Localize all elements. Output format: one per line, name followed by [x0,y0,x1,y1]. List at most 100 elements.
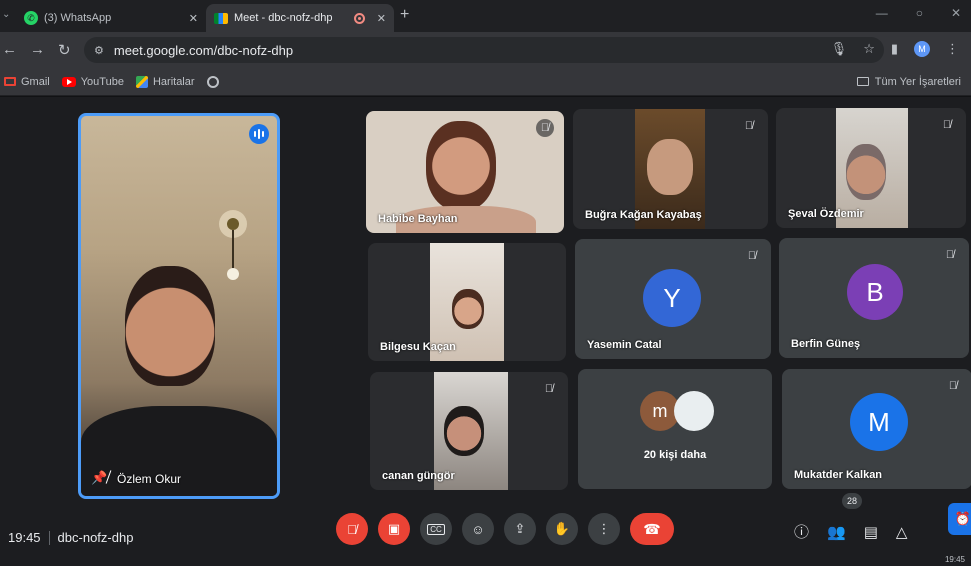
participant-name: Berfin Güneş [791,338,861,350]
participant-tile[interactable]: Bilgesu Kaçan [368,243,566,361]
participant-video [426,121,496,211]
avatar-initial: Y [663,282,681,313]
participant-name: Bilgesu Kaçan [380,341,456,353]
muted-mic-icon: 🎙̸ [948,380,958,392]
muted-mic-icon: 🎙̸ [536,119,554,137]
bookmark-gmail[interactable]: Gmail [4,76,50,88]
google-meet-icon [214,12,228,24]
site-info-icon[interactable]: ⚙ [94,44,104,57]
url-text: meet.google.com/dbc-nofz-dhp [113,42,294,58]
maximize-icon[interactable]: ○ [916,6,923,20]
camera-toggle-button[interactable]: ▣ [378,513,410,545]
host-controls-button[interactable]: ⏰ [948,503,971,535]
bookmark-youtube[interactable]: YouTube [61,75,124,88]
tab-meet[interactable]: Meet - dbc-nofz-dhp ✕ [206,4,394,32]
gmail-icon [4,77,16,86]
people-icon[interactable]: 👥 [827,523,846,541]
muted-mic-icon: 🎙̸ [945,249,955,261]
participant-name: canan güngör [382,470,455,482]
participant-tile[interactable]: 🎙̸ canan güngör [370,372,568,490]
browser-tab-bar: ⌄ ✆ (3) WhatsApp ✕ Meet - dbc-nofz-dhp ✕… [0,0,971,32]
participant-tile[interactable]: 🎙̸ Buğra Kağan Kayabaş [573,109,768,229]
participant-name: Şeval Özdemir [788,208,864,220]
taskbar-clock: 19:45 [944,555,965,564]
bookmark-label: Haritalar [152,75,195,88]
participant-avatar: Y [643,269,701,327]
bookmark-label: YouTube [80,75,124,88]
avatar-initial: m [652,400,668,421]
raise-hand-button[interactable]: ✋ [546,513,578,545]
meet-stage: 📌 Özlem Okur 🎙̸ Habibe Bayhan 🎙̸ Buğra K… [0,97,971,566]
tab-whatsapp[interactable]: ✆ (3) WhatsApp ✕ [16,4,206,32]
url-field[interactable]: ⚙ meet.google.com/dbc-nofz-dhp [84,37,884,63]
microphone-icon[interactable]: 🎙 [831,41,848,57]
captions-icon: CC [427,523,445,535]
menu-icon[interactable]: ⋮ [946,41,959,57]
avatar-initial: B [866,276,884,307]
participant-name: Özlem Okur [117,472,182,486]
info-icon[interactable]: ⓘ [794,521,809,542]
divider [48,530,50,545]
more-participants-tile[interactable]: m 20 kişi daha [578,369,772,489]
present-button[interactable]: ⇪ [504,513,536,545]
new-tab-icon[interactable]: + [400,6,409,24]
forward-icon[interactable]: → [30,41,45,58]
bookmark-label: Gmail [21,75,50,88]
address-bar-actions: 🎙 ☆ ▮ M ⋮ [831,41,959,57]
hang-up-icon: ☎ [643,520,661,537]
participant-name: Yasemin Catal [587,339,662,351]
close-window-icon[interactable]: ✕ [951,6,961,20]
captions-button[interactable]: CC [420,513,452,545]
tab-search-icon[interactable]: ⌄ [2,9,10,20]
youtube-icon [61,76,76,87]
leave-call-button[interactable]: ☎ [630,513,674,545]
all-bookmarks[interactable]: Tüm Yer İşaretleri [856,76,961,88]
bookmark-maps[interactable]: Haritalar [135,75,195,88]
close-tab-icon[interactable]: ✕ [189,12,198,25]
participant-avatar: M [850,393,908,451]
participant-avatar [674,391,714,431]
pin-icon[interactable]: 📌 [91,470,107,486]
more-options-button[interactable]: ⋮ [588,513,620,545]
participant-tile[interactable]: 🎙̸ Habibe Bayhan [366,111,564,233]
mic-off-icon: 🎙̸ [347,521,357,537]
participant-face [846,144,886,200]
minimize-icon[interactable]: — [876,6,888,20]
bookmark-globe[interactable] [206,75,219,88]
reactions-button[interactable]: ☺ [462,513,494,545]
window-controls: — ○ ✕ [876,6,961,20]
more-participants-label: 20 kişi daha [643,449,707,461]
alarm-icon: ⏰ [954,511,971,526]
tab-title: Meet - dbc-nofz-dhp [234,12,333,24]
muted-mic-icon: 🎙̸ [747,250,757,262]
bookmark-star-icon[interactable]: ☆ [863,41,875,57]
profile-avatar[interactable]: M [914,41,930,57]
emoji-icon: ☺ [471,521,485,537]
participant-name: Buğra Kağan Kayabaş [585,209,702,221]
close-tab-icon[interactable]: ✕ [377,12,386,25]
maps-icon [135,75,148,88]
speaking-indicator-icon [249,124,269,144]
participant-tile[interactable]: 🎙̸ Şeval Özdemir [776,108,966,228]
activities-icon[interactable]: △ [896,523,908,541]
main-speaker-tile[interactable]: 📌 Özlem Okur [78,113,280,499]
side-panel-icon[interactable]: ▮ [891,41,898,57]
participant-count-badge: 28 [842,493,862,509]
lamp-decor [213,204,253,284]
participant-tile[interactable]: Y 🎙̸ Yasemin Catal [575,239,771,359]
address-bar-row: ← → ↻ ⚙ meet.google.com/dbc-nofz-dhp 🎙 ☆… [0,32,971,68]
chat-icon[interactable]: ▤ [864,523,878,541]
bookmarks-bar: Gmail YouTube Haritalar Tüm Yer İşaretle… [0,68,971,96]
participant-name: Habibe Bayhan [378,213,458,225]
hand-icon: ✋ [553,521,571,536]
reload-icon[interactable]: ↻ [58,41,71,59]
whatsapp-icon: ✆ [24,11,38,25]
speaker-video [125,266,215,386]
call-controls: 🎙̸ ▣ CC ☺ ⇪ ✋ ⋮ ☎ [336,513,674,545]
participant-tile[interactable]: B 🎙̸ Berfin Güneş [779,238,969,358]
participant-face [444,406,484,456]
present-screen-icon: ⇪ [514,521,526,536]
participant-tile[interactable]: M 🎙̸ Mukatder Kalkan [782,369,971,489]
back-icon[interactable]: ← [2,41,17,58]
microphone-toggle-button[interactable]: 🎙̸ [336,513,368,545]
